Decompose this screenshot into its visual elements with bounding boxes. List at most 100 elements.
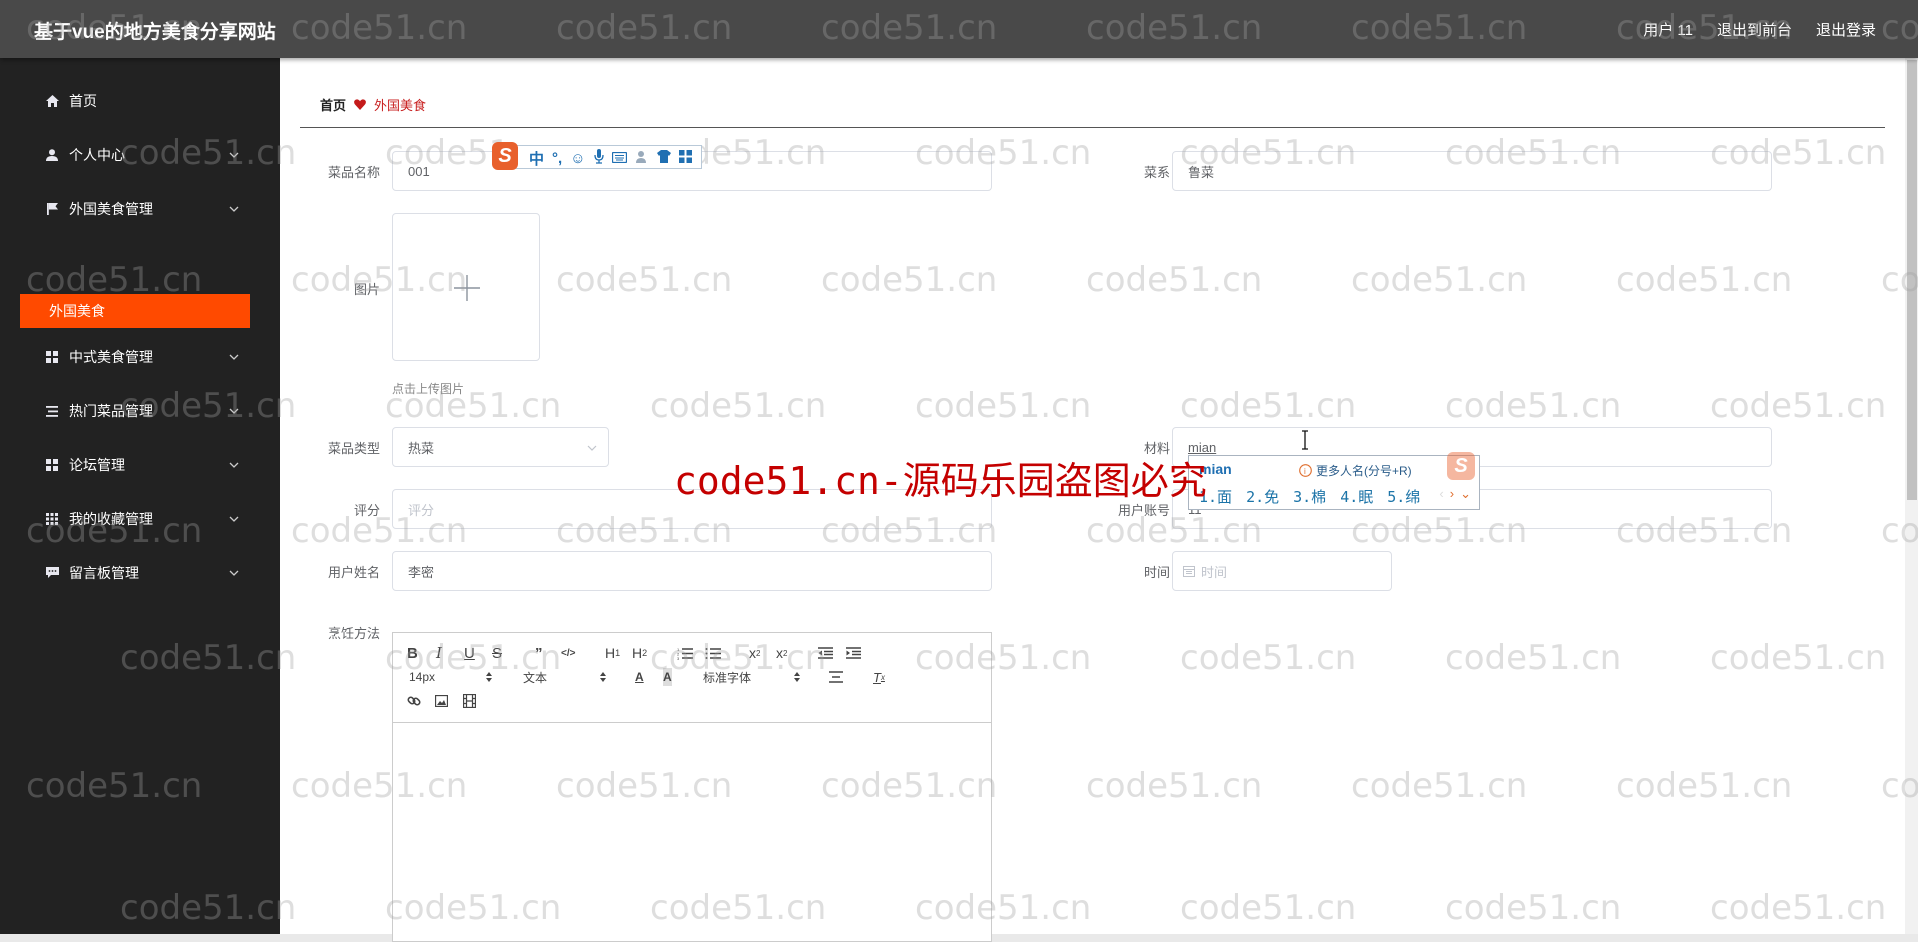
header-type-select[interactable]: 文本 xyxy=(523,668,547,686)
select-arrows-icon xyxy=(486,672,492,682)
indent-decrease-button[interactable] xyxy=(818,644,833,662)
background-color-button[interactable]: A xyxy=(663,668,672,686)
ime-emoji-icon[interactable]: ☺ xyxy=(570,150,585,167)
cuisine-value: 鲁菜 xyxy=(1188,164,1215,180)
video-button[interactable] xyxy=(463,692,476,710)
image-icon xyxy=(435,695,448,707)
flag-icon xyxy=(45,202,59,216)
blockquote-button[interactable]: ” xyxy=(535,644,543,662)
time-placeholder: 时间 xyxy=(1201,564,1228,580)
sidebar-item-label: 外国美食管理 xyxy=(69,201,153,217)
italic-button[interactable]: I xyxy=(436,644,442,662)
ime-punctuation-button[interactable]: °, xyxy=(552,150,562,167)
bold-button[interactable]: B xyxy=(407,644,418,662)
subscript-button[interactable]: x2 xyxy=(749,644,760,662)
strike-button[interactable]: S xyxy=(492,644,502,662)
outdent-icon xyxy=(818,647,833,659)
rich-text-editor: B I U S ” </> H1 H2 123 x2 x2 14px 文本 A … xyxy=(392,632,992,942)
ime-next-page-icon[interactable]: › xyxy=(1450,486,1454,502)
align-button[interactable] xyxy=(829,668,843,686)
bullet-list-button[interactable] xyxy=(705,644,721,662)
ordered-list-button[interactable]: 123 xyxy=(677,644,693,662)
goto-front-link[interactable]: 退出到前台 xyxy=(1717,19,1792,40)
ime-candidate[interactable]: 4.眠 xyxy=(1340,486,1373,507)
sidebar-subitem-foreign-food[interactable]: 外国美食 xyxy=(20,294,250,328)
chevron-down-icon xyxy=(229,152,239,158)
underline-button[interactable]: U xyxy=(464,644,475,662)
sidebar-subitem-label: 外国美食 xyxy=(49,303,105,319)
select-arrows-icon xyxy=(600,672,606,682)
scrollbar-thumb[interactable] xyxy=(1907,60,1917,500)
select-arrows-icon xyxy=(794,672,800,682)
superscript-button[interactable]: x2 xyxy=(776,644,787,662)
header-type-value: 文本 xyxy=(523,670,548,685)
ime-prev-page-icon[interactable]: ‹ xyxy=(1439,486,1443,502)
indent-increase-button[interactable] xyxy=(846,644,861,662)
video-icon xyxy=(463,694,476,708)
chevron-down-icon xyxy=(587,445,597,451)
rating-label: 评分 xyxy=(353,503,380,518)
image-button[interactable] xyxy=(435,692,448,710)
text-cursor-icon xyxy=(1302,430,1308,450)
ime-person-icon[interactable] xyxy=(635,150,649,168)
ime-candidate-list: 1.面 2.免 3.棉 4.眠 5.绵 xyxy=(1199,486,1420,507)
breadcrumb-divider xyxy=(300,127,1885,128)
chevron-down-icon xyxy=(229,516,239,522)
user-name-value: 李密 xyxy=(408,564,435,580)
cuisine-input[interactable]: 鲁菜 xyxy=(1172,151,1772,191)
heart-icon xyxy=(354,99,366,110)
ime-candidate[interactable]: 3.棉 xyxy=(1293,486,1326,507)
sidebar-item-label: 我的收藏管理 xyxy=(69,511,153,527)
user-icon xyxy=(45,148,59,162)
sidebar-item-personal-center[interactable]: 个人中心 xyxy=(0,135,280,175)
ime-expand-icon[interactable]: ⌄ xyxy=(1460,486,1471,502)
text-color-button[interactable]: A xyxy=(635,668,644,686)
ime-skin-icon[interactable] xyxy=(656,150,671,167)
sidebar-item-forum-management[interactable]: 论坛管理 xyxy=(0,445,280,485)
sidebar-item-hot-dishes-management[interactable]: 热门菜品管理 xyxy=(0,391,280,431)
ime-more-hint[interactable]: i 更多人名(分号+R) xyxy=(1299,462,1412,479)
sidebar-item-chinese-food-management[interactable]: 中式美食管理 xyxy=(0,337,280,377)
link-button[interactable] xyxy=(407,692,421,710)
sidebar-item-label: 首页 xyxy=(69,93,97,109)
sidebar: 首页 个人中心 外国美食管理 外国美食 中式美食管理 热门菜品管理 论坛管理 我… xyxy=(0,58,280,934)
breadcrumb: 首页 外国美食 xyxy=(320,95,426,114)
breadcrumb-home[interactable]: 首页 xyxy=(320,95,346,114)
h2-button[interactable]: H2 xyxy=(632,644,647,662)
chevron-down-icon xyxy=(229,462,239,468)
sidebar-item-home[interactable]: 首页 xyxy=(0,81,280,121)
sidebar-item-foreign-food-management[interactable]: 外国美食管理 xyxy=(0,189,280,229)
font-family-select[interactable]: 标准字体 xyxy=(703,668,751,686)
logout-link[interactable]: 退出登录 xyxy=(1816,19,1876,40)
time-picker[interactable]: 时间 xyxy=(1172,551,1392,591)
sogou-logo-icon[interactable]: S xyxy=(492,142,518,170)
sidebar-item-label: 留言板管理 xyxy=(69,565,139,581)
ime-chinese-mode-button[interactable]: 中 xyxy=(529,148,544,169)
font-size-select[interactable]: 14px xyxy=(409,668,435,686)
dish-type-label: 菜品类型 xyxy=(327,441,380,456)
sidebar-item-message-board-management[interactable]: 留言板管理 xyxy=(0,553,280,593)
dish-type-select[interactable]: 热菜 xyxy=(392,427,609,467)
dish-name-value: 001 xyxy=(408,163,430,179)
sidebar-item-label: 个人中心 xyxy=(69,147,125,163)
image-upload-button[interactable] xyxy=(392,213,540,361)
ime-voice-icon[interactable] xyxy=(593,149,604,168)
code-block-button[interactable]: </> xyxy=(561,644,575,662)
chevron-down-icon xyxy=(229,408,239,414)
sidebar-item-favorites-management[interactable]: 我的收藏管理 xyxy=(0,499,280,539)
ime-candidate[interactable]: 5.绵 xyxy=(1387,486,1420,507)
editor-content-area[interactable] xyxy=(393,724,991,941)
rating-placeholder: 评分 xyxy=(408,502,435,518)
ime-toolbox-icon[interactable] xyxy=(678,150,692,167)
ime-keyboard-icon[interactable] xyxy=(611,150,627,167)
clean-format-button[interactable]: Tx xyxy=(873,668,885,686)
ime-candidate[interactable]: 2.免 xyxy=(1246,486,1279,507)
cooking-method-label: 烹饪方法 xyxy=(327,626,380,641)
sidebar-item-label: 热门菜品管理 xyxy=(69,403,153,419)
h1-button[interactable]: H1 xyxy=(605,644,620,662)
comment-icon xyxy=(45,566,59,580)
plus-icon xyxy=(454,275,480,301)
ime-toolbar-items: 中 °, ☺ xyxy=(529,148,692,169)
user-name-input[interactable]: 李密 xyxy=(392,551,992,591)
home-icon xyxy=(45,94,59,108)
